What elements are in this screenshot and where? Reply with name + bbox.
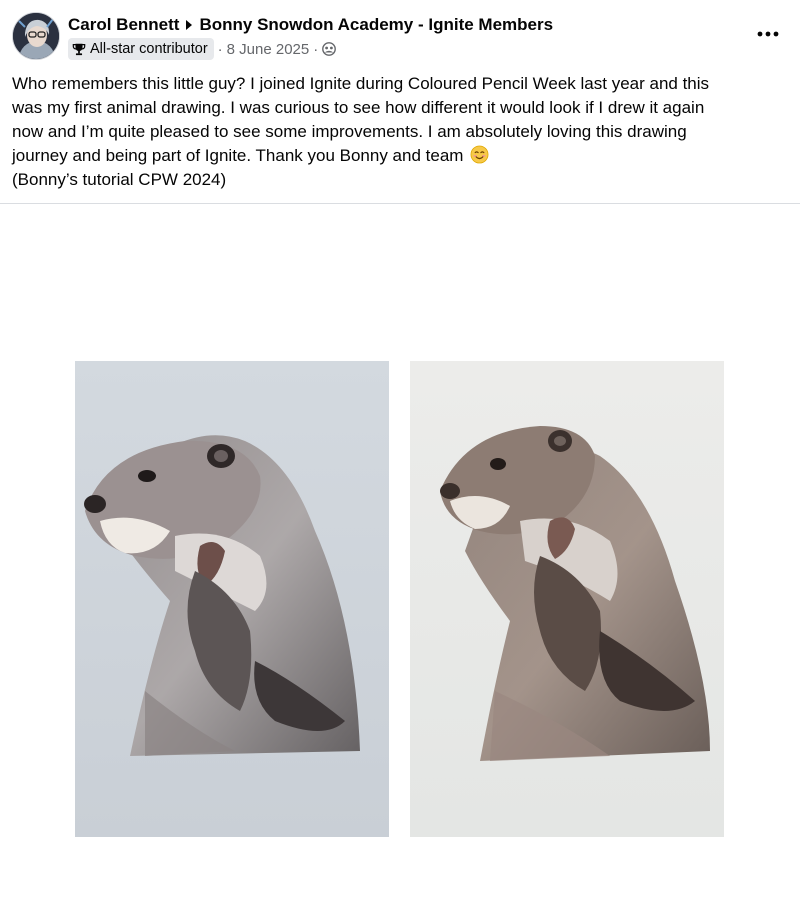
group-audience-icon[interactable] (322, 42, 337, 56)
post-text-line: journey and being part of Ignite. Thank … (12, 146, 464, 165)
post-text-line: now and I’m quite pleased to see some im… (12, 122, 687, 141)
post-date[interactable]: 8 June 2025 (227, 41, 310, 58)
post-media (0, 204, 800, 910)
post-header: Carol Bennett Bonny Snowdon Academy - Ig… (0, 0, 800, 66)
otter-drawing-first-photo[interactable] (75, 361, 389, 837)
post-meta: All-star contributor · 8 June 2025 · (68, 38, 337, 60)
caret-right-icon (186, 20, 193, 30)
post-text-line-with-emoji: journey and being part of Ignite. Thank … (12, 144, 788, 168)
author-name[interactable]: Carol Bennett (68, 15, 179, 35)
badge-label: All-star contributor (90, 41, 208, 57)
post-card: Carol Bennett Bonny Snowdon Academy - Ig… (0, 0, 800, 910)
meta-separator: · (217, 40, 223, 58)
contributor-badge[interactable]: All-star contributor (68, 38, 214, 60)
smiling-face-emoji (470, 145, 489, 164)
more-options-button[interactable] (754, 22, 782, 46)
more-options-icon (757, 31, 779, 37)
otter-drawing-new-photo[interactable] (410, 361, 724, 837)
group-name[interactable]: Bonny Snowdon Academy - Ignite Members (199, 15, 553, 35)
post-text-line: Who remembers this little guy? I joined … (12, 74, 710, 93)
post-text-line: (Bonny’s tutorial CPW 2024) (12, 170, 227, 189)
author-line: Carol Bennett Bonny Snowdon Academy - Ig… (68, 14, 553, 36)
trophy-icon (72, 43, 86, 56)
author-avatar[interactable] (12, 12, 60, 60)
meta-separator: · (313, 40, 319, 58)
post-text: Who remembers this little guy? I joined … (12, 72, 788, 192)
post-text-line: was my first animal drawing. I was curio… (12, 98, 705, 117)
